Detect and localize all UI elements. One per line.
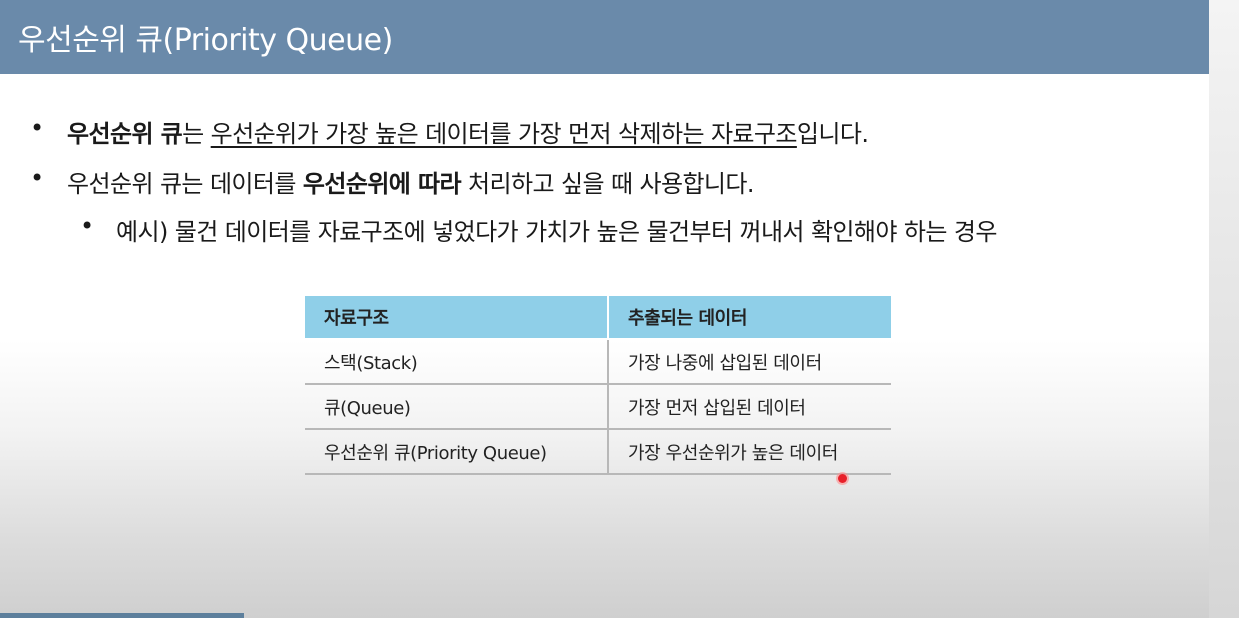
data-structure-table: 자료구조 추출되는 데이터 스택(Stack) 가장 나중에 삽입된 데이터 큐… [305,296,891,475]
table-row: 스택(Stack) 가장 나중에 삽입된 데이터 [305,339,891,385]
bullet-marker: • [30,114,44,142]
table-cell: 가장 우선순위가 높은 데이터 [608,429,891,475]
bullet-underlined-text: 우선순위가 가장 높은 데이터를 가장 먼저 삭제하는 자료구조 [210,120,798,148]
slide-title: 우선순위 큐(Priority Queue) [18,23,393,58]
table-cell: 가장 먼저 삽입된 데이터 [608,384,891,430]
table-header-cell: 추출되는 데이터 [608,296,891,340]
bullet-text: 예시) 물건 데이터를 자료구조에 넣었다가 가치가 높은 물건부터 꺼내서 확… [116,218,997,246]
bullet-usage: • 우선순위 큐는 데이터를 우선순위에 따라 처리하고 싶을 때 사용합니다. [30,164,755,199]
bullet-emphasis: 우선순위에 따라 [302,170,462,198]
bullet-marker: • [30,164,44,192]
bullet-text: 는 [182,120,211,148]
table-header-row: 자료구조 추출되는 데이터 [305,296,891,340]
table-cell: 큐(Queue) [305,384,609,430]
bullet-term: 우선순위 큐 [67,120,183,148]
bullet-definition: • 우선순위 큐는 우선순위가 가장 높은 데이터를 가장 먼저 삭제하는 자료구… [30,114,869,149]
laser-pointer-dot [838,474,847,483]
sub-bullet-example: • 예시) 물건 데이터를 자료구조에 넣었다가 가치가 높은 물건부터 꺼내서 … [80,212,997,247]
table-row: 우선순위 큐(Priority Queue) 가장 우선순위가 높은 데이터 [305,429,891,475]
table-cell: 가장 나중에 삽입된 데이터 [608,339,891,385]
table-row: 큐(Queue) 가장 먼저 삽입된 데이터 [305,384,891,430]
bullet-text: 우선순위 큐는 데이터를 [67,170,303,198]
table-cell: 스택(Stack) [305,339,609,385]
bullet-text: 처리하고 싶을 때 사용합니다. [461,170,754,198]
bullet-marker: • [80,212,94,240]
video-progress-bar[interactable] [0,613,244,618]
slide-title-bar: 우선순위 큐(Priority Queue) [0,0,1209,74]
table-cell: 우선순위 큐(Priority Queue) [305,429,609,475]
table-header-cell: 자료구조 [305,296,609,340]
bullet-text: 입니다. [796,120,869,148]
video-side-panel [1209,0,1239,618]
